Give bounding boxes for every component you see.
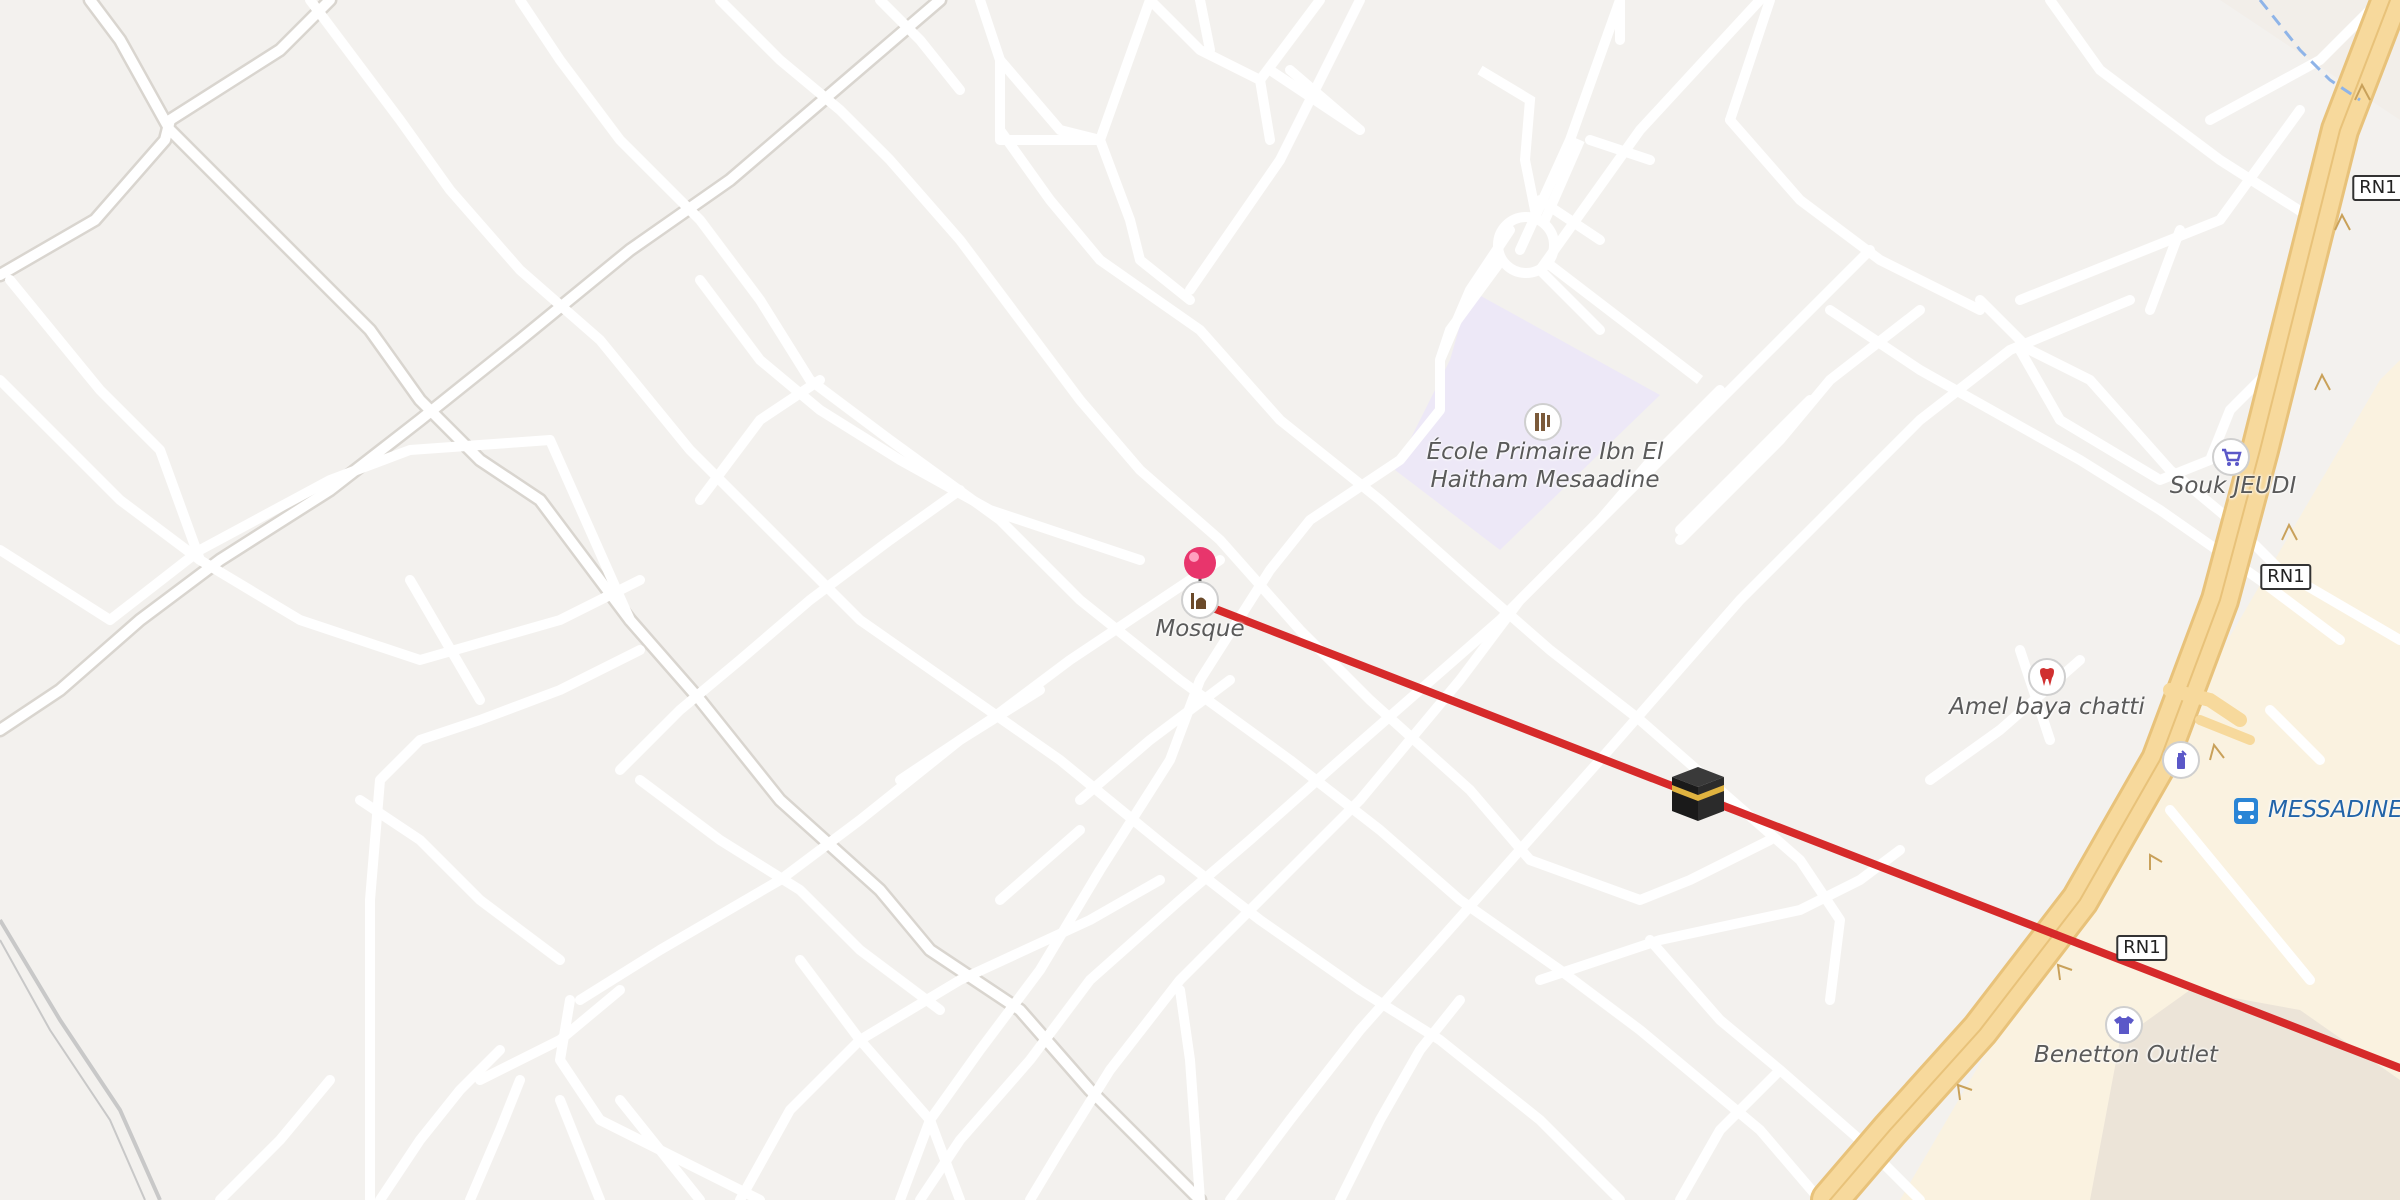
bus-stop-icon[interactable] [2234, 798, 2258, 824]
mosque-icon[interactable] [1181, 581, 1219, 619]
bus-stop-label: MESSADINE [2268, 797, 2400, 823]
shopping-cart-icon[interactable] [2212, 438, 2250, 476]
road-shield-rn1: RN1 [2116, 935, 2168, 961]
dentist-label: Amel baya chatti [1949, 694, 2145, 720]
souk-label: Souk JEUDI [2169, 473, 2297, 499]
school-label: École Primaire Ibn El Haitham Mesaadine [1427, 438, 1664, 494]
clothes-shop-icon[interactable] [2105, 1006, 2143, 1044]
road-shield-rn1: RN1 [2352, 175, 2400, 201]
school-label-line1: École Primaire Ibn El [1426, 439, 1664, 465]
mosque-label: Mosque [1155, 616, 1245, 642]
kaaba-icon [1672, 767, 1724, 821]
school-label-line2: Haitham Mesaadine [1430, 467, 1660, 493]
road-shield-rn1: RN1 [2260, 564, 2312, 590]
shop-label: Benetton Outlet [2034, 1042, 2218, 1068]
pharmacy-icon[interactable] [2162, 741, 2200, 779]
tooth-icon[interactable] [2028, 658, 2066, 696]
school-icon[interactable] [1524, 403, 1562, 441]
